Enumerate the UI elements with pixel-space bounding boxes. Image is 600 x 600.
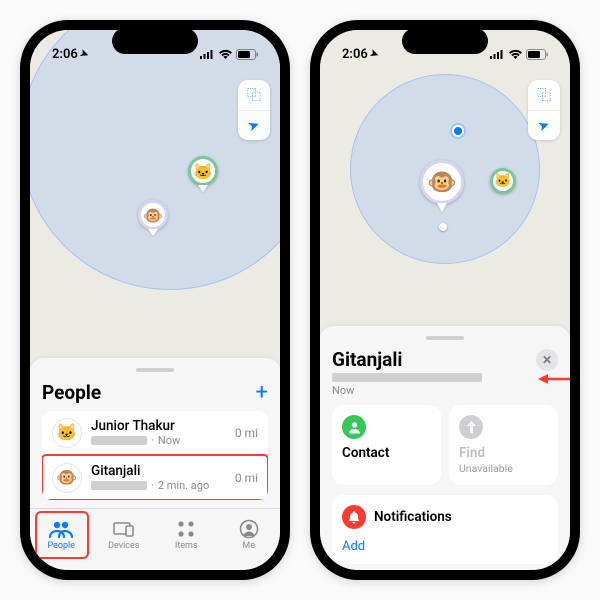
- battery-icon: [526, 49, 548, 60]
- wifi-icon: [218, 49, 233, 60]
- dynamic-island: [402, 28, 488, 54]
- status-time: 2:06: [342, 47, 368, 62]
- map-style-button[interactable]: ⿻: [238, 80, 270, 110]
- map-controls: ⿻ ➤: [238, 80, 270, 140]
- card-sublabel: Unavailable: [459, 462, 548, 475]
- add-notification-button[interactable]: Add: [342, 533, 548, 554]
- map-view[interactable]: 🐱 🐵 ⿻ ➤: [320, 30, 570, 326]
- tab-items[interactable]: Items: [155, 509, 218, 560]
- my-location-dot: [452, 125, 464, 137]
- panel-title: People: [42, 381, 101, 404]
- detail-timestamp: Now: [332, 384, 354, 397]
- tab-label: Me: [242, 541, 255, 551]
- notifications-section: Notifications Add: [332, 495, 558, 564]
- people-row-gitanjali[interactable]: 🐵 Gitanjali ·2 min. ago 0 mi: [42, 455, 268, 500]
- add-person-button[interactable]: +: [256, 380, 268, 405]
- map-pin-junior[interactable]: 🐱: [188, 156, 218, 192]
- cat-avatar-icon: 🐱: [490, 168, 516, 194]
- person-distance: 0 mi: [235, 471, 258, 485]
- pin-shadow-dot: [439, 223, 447, 231]
- battery-icon: [236, 49, 258, 60]
- contact-card[interactable]: Contact: [332, 405, 441, 485]
- monkey-avatar-icon: 🐵: [138, 200, 168, 230]
- status-time: 2:06: [52, 47, 78, 62]
- phone-left: 2:06 ➤ 🐱 🐵: [20, 20, 290, 580]
- card-label: Find: [459, 445, 548, 461]
- people-icon: [49, 518, 73, 540]
- tab-devices[interactable]: Devices: [93, 509, 156, 560]
- drag-handle-icon[interactable]: [136, 368, 174, 372]
- people-list: 🐱 Junior Thakur ·Now 0 mi 🐵 Gitanjali ·2…: [42, 411, 268, 500]
- person-timestamp: 2 min. ago: [158, 480, 209, 492]
- map-controls: ⿻ ➤: [528, 80, 560, 140]
- person-detail-panel[interactable]: Gitanjali ✕ Now Conta: [320, 326, 570, 570]
- location-arrow-icon: ➤: [536, 116, 552, 135]
- card-label: Contact: [342, 445, 431, 461]
- items-icon: [176, 518, 196, 540]
- person-name: Junior Thakur: [91, 419, 226, 434]
- drag-handle-icon[interactable]: [426, 336, 464, 340]
- monkey-avatar-icon: 🐵: [52, 463, 82, 493]
- section-label: Notifications: [374, 509, 452, 525]
- map-style-icon: ⿻: [537, 85, 551, 105]
- monkey-avatar-icon: 🐵: [420, 160, 464, 204]
- people-row-junior[interactable]: 🐱 Junior Thakur ·Now 0 mi: [42, 411, 268, 455]
- person-icon: [342, 415, 366, 439]
- redacted-location: [91, 436, 147, 445]
- location-services-icon: ➤: [368, 47, 380, 60]
- map-view[interactable]: 🐱 🐵 ⿻ ➤: [30, 30, 280, 358]
- redacted-location: [91, 481, 147, 490]
- find-card[interactable]: Find Unavailable: [449, 405, 558, 485]
- bell-icon: [342, 505, 366, 529]
- tab-label: People: [47, 541, 75, 551]
- tab-bar: People Devices Items Me: [30, 508, 280, 570]
- close-icon: ✕: [542, 353, 552, 367]
- person-distance: 0 mi: [235, 426, 258, 440]
- locate-me-button[interactable]: ➤: [528, 110, 560, 140]
- dynamic-island: [112, 28, 198, 54]
- map-style-icon: ⿻: [247, 85, 261, 105]
- tab-label: Items: [175, 541, 198, 551]
- location-arrow-icon: ➤: [246, 116, 262, 135]
- map-pin-gitanjali-selected[interactable]: 🐵: [420, 160, 464, 212]
- person-name: Gitanjali: [91, 464, 226, 479]
- phone-right: 2:06 ➤ 🐱 🐵: [310, 20, 580, 580]
- cellular-icon: [490, 49, 505, 59]
- map-pin-junior[interactable]: 🐱: [490, 168, 516, 194]
- close-button[interactable]: ✕: [536, 349, 558, 371]
- person-timestamp: Now: [158, 435, 180, 447]
- devices-icon: [112, 518, 136, 540]
- location-services-icon: ➤: [78, 47, 90, 60]
- arrow-up-icon: [459, 415, 483, 439]
- detail-title: Gitanjali: [332, 348, 402, 371]
- cat-avatar-icon: 🐱: [188, 156, 218, 186]
- locate-me-button[interactable]: ➤: [238, 110, 270, 140]
- tab-people[interactable]: People: [30, 509, 93, 560]
- tab-label: Devices: [108, 541, 139, 551]
- people-panel[interactable]: People + 🐱 Junior Thakur ·Now 0 mi 🐵: [30, 358, 280, 508]
- wifi-icon: [508, 49, 523, 60]
- me-icon: [239, 518, 259, 540]
- cat-avatar-icon: 🐱: [52, 418, 82, 448]
- redacted-location: [332, 373, 482, 382]
- map-style-button[interactable]: ⿻: [528, 80, 560, 110]
- map-pin-gitanjali[interactable]: 🐵: [138, 200, 168, 236]
- cellular-icon: [200, 49, 215, 59]
- tab-me[interactable]: Me: [218, 509, 281, 560]
